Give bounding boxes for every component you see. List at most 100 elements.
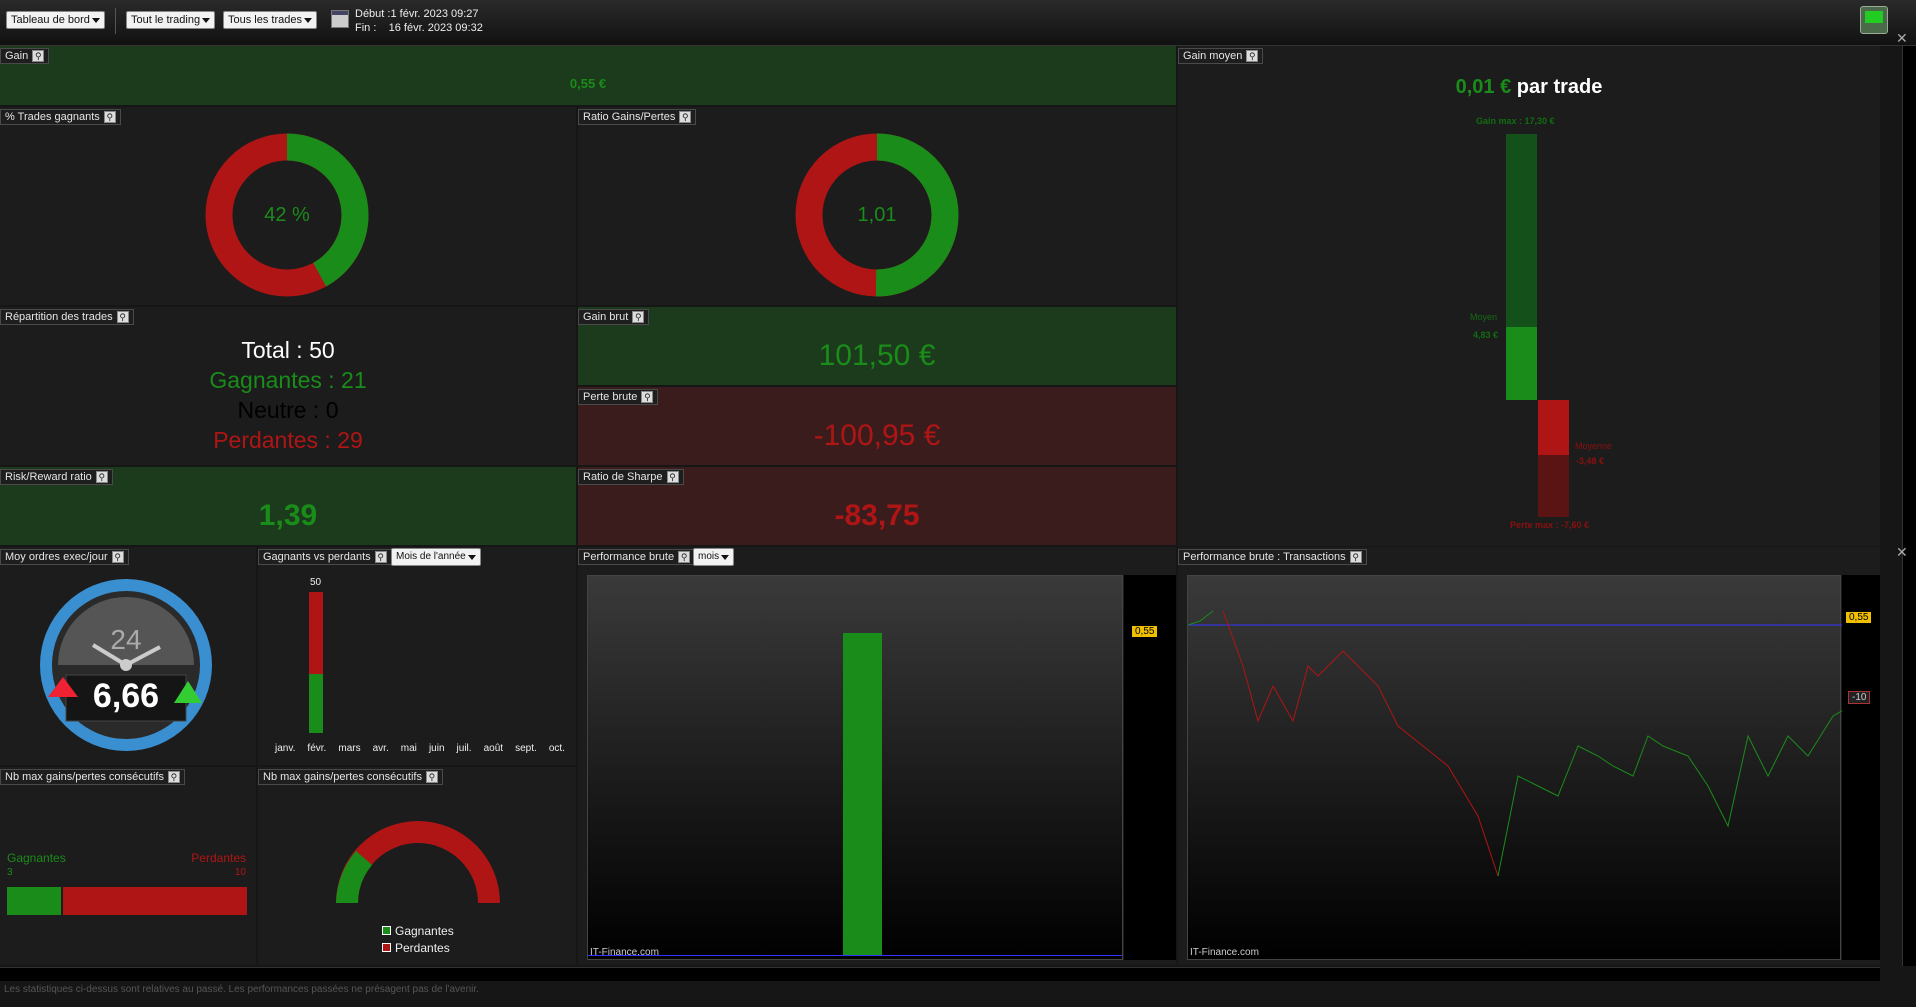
calendar-icon[interactable] xyxy=(331,10,349,28)
perte-brute-panel: Perte brute ⚲ -100,95 € xyxy=(578,387,1176,465)
moy-ordres-title-text: Moy ordres exec/jour xyxy=(5,551,108,563)
perf-brute-watermark: IT-Finance.com xyxy=(590,947,659,958)
perf-brute-price-axis: 0,55 xyxy=(1124,575,1176,960)
nbmax1-p-value: 10 xyxy=(234,867,246,878)
wrench-icon[interactable]: ⚲ xyxy=(632,311,645,323)
nbmax2-panel: Nb max gains/pertes consécutifs ⚲ Gagnant… xyxy=(258,767,576,965)
gain-moyen-bar xyxy=(1506,327,1537,400)
trading-select[interactable]: Tout le trading xyxy=(126,11,216,29)
close-icon-2[interactable]: ✕ xyxy=(1896,544,1908,561)
ratio-gp-panel: Ratio Gains/Pertes ⚲ 1,01 xyxy=(578,107,1176,305)
gain-moyen-panel: Gain moyen ⚲ 0,01 € par trade Gain max : … xyxy=(1178,46,1880,546)
fin-value: 16 févr. 2023 09:32 xyxy=(388,22,483,34)
perf-trans-chart: IT-Finance.com xyxy=(1187,575,1842,960)
moyen-gain: 4,83 € xyxy=(1473,330,1499,340)
repartition-title-text: Répartition des trades xyxy=(5,311,113,323)
gain-value: 0,55 € xyxy=(569,76,607,91)
wrench-icon[interactable]: ⚲ xyxy=(641,391,654,403)
nbmax2-title[interactable]: Nb max gains/pertes consécutifs ⚲ xyxy=(258,769,443,785)
gvp-gagnants-bar xyxy=(309,674,323,733)
pct-gagnants-panel: % Trades gagnants ⚲ 42 % xyxy=(0,107,576,305)
wrench-icon[interactable]: ⚲ xyxy=(32,50,45,62)
settings-icon[interactable] xyxy=(1860,6,1888,34)
wrench-icon[interactable]: ⚲ xyxy=(374,551,387,563)
gauge-dial: 24 xyxy=(110,624,141,655)
perf-trans-watermark: IT-Finance.com xyxy=(1190,947,1259,958)
gvp-months-axis: janv. févr. mars avr. mai juin juil. août sept. o… xyxy=(275,743,565,754)
wrench-icon[interactable]: ⚲ xyxy=(95,471,108,483)
perte-moyenne-bar xyxy=(1538,400,1569,455)
moy-ordres-value: 6,66 xyxy=(92,677,160,715)
nbmax1-title[interactable]: Nb max gains/pertes consécutifs ⚲ xyxy=(0,769,185,785)
fin-label: Fin : xyxy=(355,22,377,34)
gvp-period-select[interactable]: Mois de l'année xyxy=(391,548,481,566)
wrench-icon[interactable]: ⚲ xyxy=(679,111,692,123)
risk-reward-panel: Risk/Reward ratio ⚲ 1,39 xyxy=(0,467,576,545)
toolbar: Tableau de bord Tout le trading Tous les… xyxy=(0,0,1916,46)
wrench-icon[interactable]: ⚲ xyxy=(425,771,438,783)
gain-brut-value: 101,50 € xyxy=(818,339,936,372)
nbmax1-g-bar xyxy=(7,887,61,915)
gain-moyen-headline: 0,01 € par trade xyxy=(1178,76,1880,99)
dashboard-select[interactable]: Tableau de bord xyxy=(6,11,105,29)
wrench-icon[interactable]: ⚲ xyxy=(678,551,691,563)
sharpe-panel: Ratio de Sharpe ⚲ -83,75 xyxy=(578,467,1176,545)
gain-brut-title[interactable]: Gain brut ⚲ xyxy=(578,309,650,325)
wrench-icon[interactable]: ⚲ xyxy=(167,771,180,783)
perdantes-count: Perdantes : 29 xyxy=(213,427,363,453)
wrench-icon[interactable]: ⚲ xyxy=(1246,50,1259,62)
pct-value: 42 % xyxy=(264,204,310,226)
nbmax2-legend: Gagnantes Perdantes xyxy=(382,923,454,957)
gvp-month-label: mars xyxy=(338,743,361,754)
gagnantes-count: Gagnantes : 21 xyxy=(209,367,367,393)
gvp-top-label: 50 xyxy=(310,577,322,588)
perf-brute-title[interactable]: Performance brute ⚲ xyxy=(578,549,696,565)
right-scrollbar[interactable] xyxy=(1902,46,1916,966)
gain-brut-panel: Gain brut ⚲ 101,50 € xyxy=(578,307,1176,385)
horizontal-scrollbar[interactable] xyxy=(0,967,1880,981)
gvp-month-label: juil. xyxy=(456,743,472,754)
nbmax1-p-bar xyxy=(63,887,247,915)
perf-brute-period-select[interactable]: mois xyxy=(693,548,735,566)
perf-trans-title[interactable]: Performance brute : Transactions ⚲ xyxy=(1178,549,1367,565)
gvp-title[interactable]: Gagnants vs perdants ⚲ xyxy=(258,549,392,565)
wrench-icon[interactable]: ⚲ xyxy=(103,111,116,123)
nbmax2-title-text: Nb max gains/pertes consécutifs xyxy=(263,771,422,783)
repartition-title[interactable]: Répartition des trades ⚲ xyxy=(0,309,134,325)
close-icon[interactable]: ✕ xyxy=(1896,30,1908,47)
wrench-icon[interactable]: ⚲ xyxy=(111,551,124,563)
gvp-month-label: oct. xyxy=(548,743,565,754)
moy-ordres-panel: Moy ordres exec/jour ⚲ 24 6,66 xyxy=(0,547,256,765)
sharpe-title[interactable]: Ratio de Sharpe ⚲ xyxy=(578,469,684,485)
nbmax1-gagnantes-label: Gagnantes xyxy=(7,851,66,865)
perf-trans-panel: Performance brute : Transactions ⚲ IT-Fin… xyxy=(1178,547,1880,965)
ratio-value: 1,01 xyxy=(858,204,897,226)
gain-max-bar xyxy=(1506,134,1537,327)
perf-brute-panel: Performance brute ⚲ mois IT-Finance.com 0… xyxy=(578,547,1176,965)
perf-trans-price-tag: 0,55 xyxy=(1846,612,1872,623)
gain-title[interactable]: Gain ⚲ xyxy=(0,48,50,64)
risk-reward-title[interactable]: Risk/Reward ratio ⚲ xyxy=(0,469,113,485)
perte-max-bar xyxy=(1538,455,1569,517)
trades-select[interactable]: Tous les trades xyxy=(223,11,317,29)
wrench-icon[interactable]: ⚲ xyxy=(116,311,129,323)
perf-brute-chart: IT-Finance.com xyxy=(587,575,1123,960)
gvp-month-label: août xyxy=(483,743,504,754)
moyen-label: Moyen xyxy=(1470,312,1498,322)
gain-moyen-title[interactable]: Gain moyen ⚲ xyxy=(1178,48,1264,64)
debut-label: Début : xyxy=(355,8,391,20)
gvp-month-label: juin xyxy=(428,743,445,754)
ratio-title-text: Ratio Gains/Pertes xyxy=(583,111,676,123)
gvp-month-label: sept. xyxy=(515,743,537,754)
debut-value: 1 févr. 2023 09:27 xyxy=(390,8,479,20)
nbmax1-perdantes-label: Perdantes xyxy=(191,851,246,865)
wrench-icon[interactable]: ⚲ xyxy=(1349,551,1362,563)
wrench-icon[interactable]: ⚲ xyxy=(666,471,679,483)
moyenne-label: Moyenne xyxy=(1575,441,1613,451)
sharpe-title-text: Ratio de Sharpe xyxy=(583,471,663,483)
ratio-gp-title[interactable]: Ratio Gains/Pertes ⚲ xyxy=(578,109,697,125)
moy-ordres-title[interactable]: Moy ordres exec/jour ⚲ xyxy=(0,549,129,565)
perf-brute-title-text: Performance brute xyxy=(583,551,675,563)
perte-brute-title[interactable]: Perte brute ⚲ xyxy=(578,389,659,405)
pct-gagnants-title[interactable]: % Trades gagnants ⚲ xyxy=(0,109,121,125)
